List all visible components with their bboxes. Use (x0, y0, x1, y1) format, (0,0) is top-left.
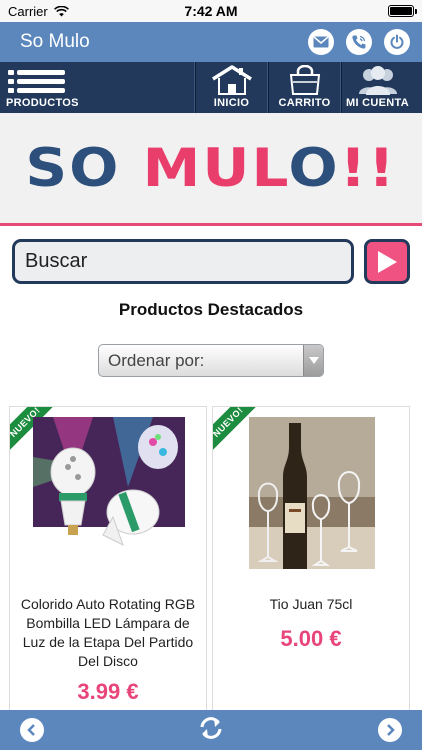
forward-button[interactable] (378, 718, 402, 742)
menu-list-icon (8, 70, 65, 93)
nav-home-label: INICIO (213, 97, 250, 109)
carrier-label: Carrier (8, 3, 48, 19)
product-image[interactable] (33, 417, 185, 569)
status-bar: Carrier 7:42 AM (0, 0, 422, 22)
product-image[interactable] (249, 417, 375, 569)
chevron-right-icon (387, 724, 395, 736)
mail-icon (313, 36, 329, 48)
logo-mulo: MUL (142, 137, 289, 199)
app-title: So Mulo (20, 31, 90, 52)
phone-icon (352, 35, 366, 49)
back-button[interactable] (20, 718, 44, 742)
header-icons (308, 29, 410, 55)
nav-cart[interactable]: CARRITO (269, 62, 340, 113)
shopping-bag-icon (289, 65, 320, 95)
home-icon (211, 65, 252, 95)
product-name[interactable]: Colorido Auto Rotating RGB Bombilla LED … (20, 595, 196, 671)
product-grid: NUEVO! Colorido Auto Rotating RGB Bombil… (0, 406, 422, 710)
product-card[interactable]: NUEVO! Colorido Auto Rotating RGB Bombil… (9, 406, 207, 710)
search-button[interactable] (364, 239, 410, 284)
brand-logo: SO MULO!! (25, 137, 396, 198)
bottom-toolbar (0, 710, 422, 750)
power-icon (390, 34, 404, 49)
app-header: So Mulo (0, 22, 422, 62)
search-input[interactable] (12, 239, 354, 284)
phone-button[interactable] (346, 29, 372, 55)
refresh-button[interactable] (198, 715, 224, 746)
product-price: 3.99 € (77, 679, 139, 704)
sort-dropdown[interactable]: Ordenar por: (98, 344, 324, 377)
chevron-left-icon (27, 724, 35, 736)
nav-account[interactable]: MI CUENTA (342, 62, 413, 113)
section-title: Productos Destacados (118, 300, 304, 319)
power-button[interactable] (384, 29, 410, 55)
logo-banner: SO MULO!! (0, 113, 422, 226)
refresh-icon (200, 716, 222, 739)
nav-account-label: MI CUENTA (346, 97, 409, 109)
product-name[interactable]: Tio Juan 75cl (223, 595, 399, 614)
status-left: Carrier (8, 4, 69, 19)
users-icon (358, 66, 397, 95)
battery-icon (388, 5, 417, 17)
nav-products-label: PRODUCTOS (6, 97, 79, 109)
logo-bang: !! (339, 137, 397, 199)
play-arrow-icon (378, 250, 397, 273)
sort-selected: Ordenar por: (108, 350, 205, 370)
nav-products[interactable]: PRODUCTOS (0, 62, 194, 113)
wifi-icon (53, 5, 69, 16)
search-row (12, 239, 410, 285)
product-price: 5.00 € (280, 626, 342, 651)
dropdown-arrow-icon (303, 345, 323, 376)
logo-o: O (288, 137, 340, 199)
product-card[interactable]: NUEVO! Tio Juan 75cl 5.00 € (212, 406, 410, 710)
nav-home[interactable]: INICIO (196, 62, 267, 113)
main-nav: PRODUCTOS INICIO CARRITO MI CUENTA (0, 62, 422, 113)
mail-button[interactable] (308, 29, 334, 55)
nav-cart-label: CARRITO (278, 97, 331, 109)
logo-so: SO (25, 137, 121, 199)
